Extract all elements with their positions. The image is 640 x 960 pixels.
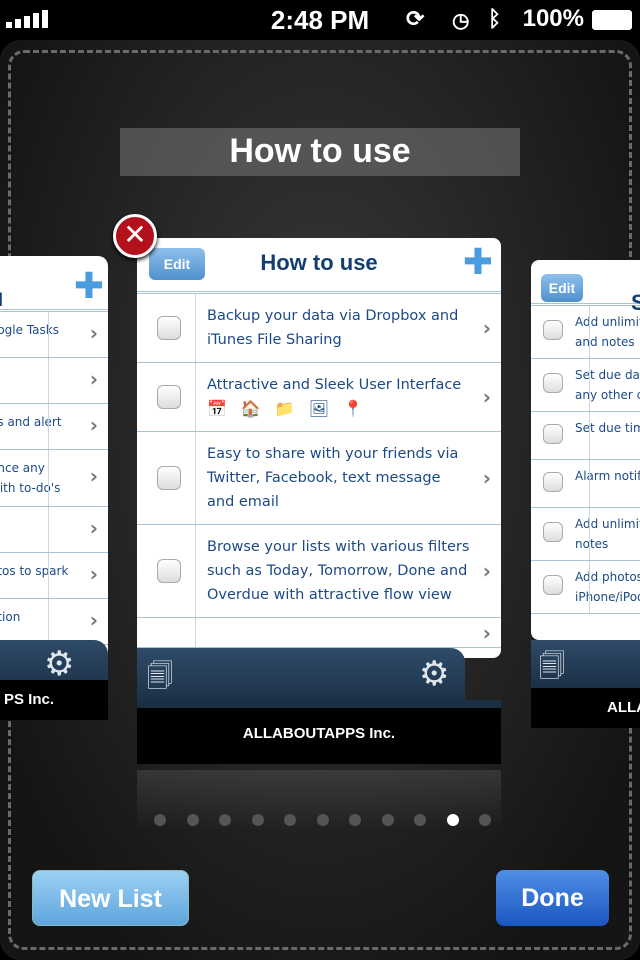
page-dot[interactable] (349, 814, 361, 826)
chevron-right-icon[interactable]: › (90, 415, 98, 435)
task-checkbox[interactable] (543, 320, 563, 340)
home-icon: 🏠 (240, 399, 261, 418)
page-dot[interactable] (414, 814, 426, 826)
task-row[interactable]: Browse your lists with various filters s… (137, 525, 501, 618)
task-checkbox[interactable] (157, 559, 181, 583)
page-dot[interactable] (219, 814, 231, 826)
task-row[interactable]: Add unlimit notes› (531, 508, 640, 561)
chevron-right-icon[interactable]: › (90, 323, 98, 343)
chevron-right-icon[interactable]: › (90, 564, 98, 584)
footer-edge (137, 700, 501, 708)
task-text: Backup your data via Dropbox and iTunes … (207, 308, 459, 348)
chevron-right-icon[interactable]: › (483, 466, 491, 490)
task-row[interactable]: Backup your data via Dropbox and iTunes … (137, 294, 501, 363)
task-text: Attractive and Sleek User Interface (207, 377, 462, 393)
task-text: Set due dat any other c (575, 368, 640, 402)
task-row[interactable]: Set due dat any other c› (531, 359, 640, 412)
new-list-button[interactable]: New List (32, 870, 189, 926)
gear-icon[interactable]: ⚙ (419, 654, 449, 694)
task-row[interactable]: Easy to share with your friends via Twit… (137, 432, 501, 525)
task-text: Add unlimit and notes (575, 315, 640, 349)
task-row[interactable]: Alarm notif› (531, 460, 640, 508)
alarm-clock-icon: ◷ (452, 10, 470, 32)
task-row[interactable]: › (137, 618, 501, 648)
task-row[interactable]: › (0, 507, 108, 553)
task-text: oogle Tasks (0, 323, 59, 337)
rotation-lock-icon: ⟳ (406, 6, 425, 31)
chevron-right-icon[interactable]: › (90, 610, 98, 630)
task-text: Set due tim (575, 421, 640, 435)
folder-icon: 📁 (274, 399, 295, 418)
task-row[interactable]: oogle Tasks › (0, 312, 108, 358)
card-footer: 🗐 (531, 640, 640, 690)
task-row[interactable]: es and alert › (0, 404, 108, 450)
task-text: ence any with to-do's (0, 461, 61, 495)
chevron-right-icon[interactable]: › (483, 621, 491, 645)
task-text: otos to spark (0, 564, 69, 578)
task-text: ation (0, 610, 21, 624)
task-checkbox[interactable] (543, 471, 563, 492)
edit-button[interactable]: Edit (541, 274, 583, 302)
document-icon[interactable]: 🗐 (147, 658, 173, 702)
page-dot[interactable] (284, 814, 296, 826)
page-dot[interactable] (154, 814, 166, 826)
task-text: Easy to share with your friends via Twit… (207, 446, 459, 510)
battery-percent: 100% (522, 5, 584, 32)
task-row[interactable]: ence any with to-do's › (0, 450, 108, 507)
delete-list-button[interactable]: ✕ (113, 214, 157, 258)
list-card-current[interactable]: Edit How to use ✚ Backup your data via D… (137, 238, 501, 658)
calendar-icon: 📅 (207, 399, 227, 418)
page-dot[interactable] (186, 814, 199, 826)
task-row[interactable]: Add photos iPhone/iPod› (531, 561, 640, 614)
add-task-icon[interactable]: ✚ (463, 245, 493, 281)
bluetooth-icon: ᛒ (488, 6, 502, 31)
battery-icon (592, 10, 632, 30)
page-dot[interactable] (381, 814, 394, 826)
task-checkbox[interactable] (157, 316, 181, 340)
page-dot[interactable] (446, 814, 459, 826)
company-label: PS Inc. (0, 680, 108, 720)
document-icon[interactable]: 🗐 (539, 648, 565, 692)
add-task-icon[interactable]: ✚ (74, 269, 104, 305)
page-indicator[interactable] (154, 814, 491, 826)
chevron-right-icon[interactable]: › (90, 369, 98, 389)
pin-icon: 📍 (343, 399, 363, 418)
task-text: Add photos iPhone/iPod (575, 570, 640, 604)
task-row[interactable]: Add unlimit and notes› (531, 306, 640, 359)
task-row[interactable]: Set due tim› (531, 412, 640, 460)
company-label: ALLABOUTAPPS Inc. (137, 708, 501, 764)
chevron-right-icon[interactable]: › (90, 466, 98, 486)
card-footer: 🗐 ⚙ (137, 648, 465, 708)
status-bar: 2:48 PM ⟳ ◷ ᛒ 100% (0, 0, 640, 40)
chevron-right-icon[interactable]: › (483, 559, 491, 583)
page-dot[interactable] (316, 814, 329, 826)
gear-icon[interactable]: ⚙ (44, 644, 74, 684)
task-checkbox[interactable] (157, 385, 181, 409)
page-dot[interactable] (479, 814, 491, 826)
company-label: ALLAB (531, 688, 640, 728)
task-checkbox[interactable] (543, 522, 563, 542)
task-row[interactable]: otos to spark › (0, 553, 108, 599)
page-dot[interactable] (251, 814, 264, 826)
task-text: Browse your lists with various filters s… (207, 539, 470, 603)
task-text: Alarm notif (575, 469, 640, 483)
chevron-right-icon[interactable]: › (483, 316, 491, 340)
task-checkbox[interactable] (157, 466, 181, 490)
list-card-left[interactable]: l✚ oogle Tasks››es and alert›ence any wi… (0, 256, 108, 656)
card-title: How to use (260, 250, 378, 275)
list-title[interactable]: How to use (120, 128, 520, 176)
chevron-right-icon[interactable]: › (90, 518, 98, 538)
task-text: Add unlimit notes (575, 517, 640, 551)
done-button[interactable]: Done (496, 870, 609, 926)
task-checkbox[interactable] (543, 373, 563, 393)
task-text: es and alert (0, 415, 62, 429)
list-card-right[interactable]: EditS Add unlimit and notes›Set due dat … (531, 260, 640, 640)
task-checkbox[interactable] (543, 575, 563, 595)
task-checkbox[interactable] (543, 423, 563, 444)
task-row[interactable]: ation › (0, 599, 108, 645)
photo-icon: 🖼 (308, 399, 330, 418)
chevron-right-icon[interactable]: › (483, 385, 491, 409)
task-row[interactable]: › (0, 358, 108, 404)
task-row[interactable]: Attractive and Sleek User Interface 📅 🏠 📁 🖼 📍… (137, 363, 501, 432)
